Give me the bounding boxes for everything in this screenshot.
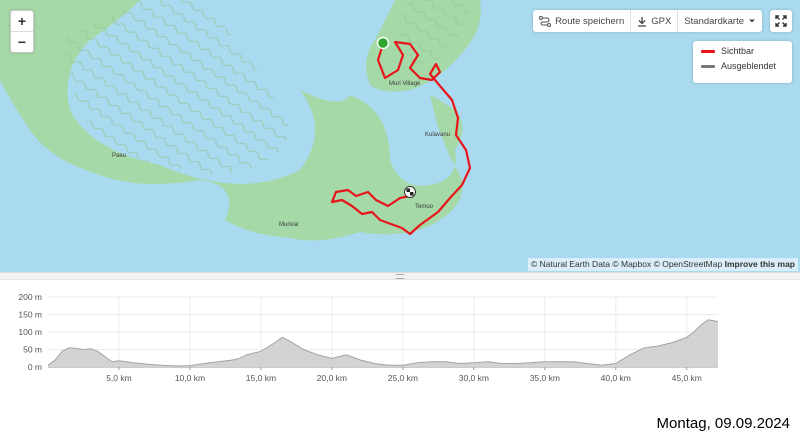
y-tick-label: 200 m [18,292,42,302]
download-icon [638,16,647,27]
map-style-dropdown[interactable]: Standardkarte [677,10,762,32]
x-axis: 5,0 km 10,0 km 15,0 km 20,0 km 25,0 km 30,0 k… [48,366,718,383]
x-tick-label: 35,0 km [530,373,560,383]
chevron-down-icon [749,19,755,23]
gpx-label: GPX [651,15,672,27]
map-toolbar: Route speichern GPX Standardkarte [533,10,762,32]
route-finish-marker[interactable] [404,186,416,198]
zoom-in-button[interactable]: + [11,11,33,31]
chart-grid [48,296,718,368]
save-route-button[interactable]: Route speichern [533,10,630,32]
map-attribution: © Natural Earth Data © Mapbox © OpenStre… [527,258,798,271]
elevation-area [48,319,718,367]
grip-icon [396,273,404,279]
gpx-download-button[interactable]: GPX [630,10,677,32]
elevation-line [47,319,719,367]
y-tick-label: 50 m [23,345,42,355]
x-tick-label: 10,0 km [175,373,205,383]
x-tick-label: 25,0 km [388,373,418,383]
legend-swatch [701,49,715,53]
place-label: Murivai [279,222,299,228]
legend-item-visible[interactable]: Sichtbar [693,41,792,56]
fullscreen-icon [775,15,787,27]
y-tick-label: 0 m [28,362,42,372]
map-view[interactable]: Paeu Muri Village Kulavanu Temuo Murivai… [0,0,800,272]
place-label: Paeu [112,153,127,159]
map-style-label: Standardkarte [684,15,744,27]
place-label: Muri Village [389,81,421,87]
x-tick-label: 30,0 km [459,373,489,383]
place-label: Temuo [415,204,434,210]
x-tick-label: 40,0 km [601,373,631,383]
place-label: Kulavanu [425,132,451,138]
x-tick-label: 5,0 km [106,373,132,383]
route-icon [539,15,552,27]
legend-item-hidden[interactable]: Ausgeblendet [693,56,792,71]
elevation-profile[interactable]: 200 m 150 m 100 m 50 m 0 m 5,0 km 10,0 km 15,0… [0,284,740,394]
panel-resize-handle[interactable] [0,272,800,280]
improve-map-link[interactable]: Improve this map [725,259,795,269]
map-terrain [0,0,800,272]
legend-label: Ausgeblendet [721,61,777,71]
x-tick-label: 15,0 km [246,373,276,383]
y-tick-label: 150 m [18,310,42,320]
y-tick-label: 100 m [18,327,42,337]
x-tick-label: 45,0 km [672,373,702,383]
zoom-out-button[interactable]: − [11,31,33,52]
route-start-marker[interactable] [376,36,390,50]
date-caption: Montag, 09.09.2024 [656,415,790,432]
legend-swatch [701,64,715,68]
y-axis: 200 m 150 m 100 m 50 m 0 m [18,292,42,372]
x-tick-label: 20,0 km [317,373,347,383]
legend-label: Sichtbar [721,46,755,56]
save-route-label: Route speichern [555,15,625,27]
route-legend: Sichtbar Ausgeblendet [693,41,792,83]
fullscreen-button[interactable] [770,10,792,32]
zoom-control: + − [10,10,34,53]
attribution-text[interactable]: © Natural Earth Data © Mapbox © OpenStre… [531,259,722,269]
